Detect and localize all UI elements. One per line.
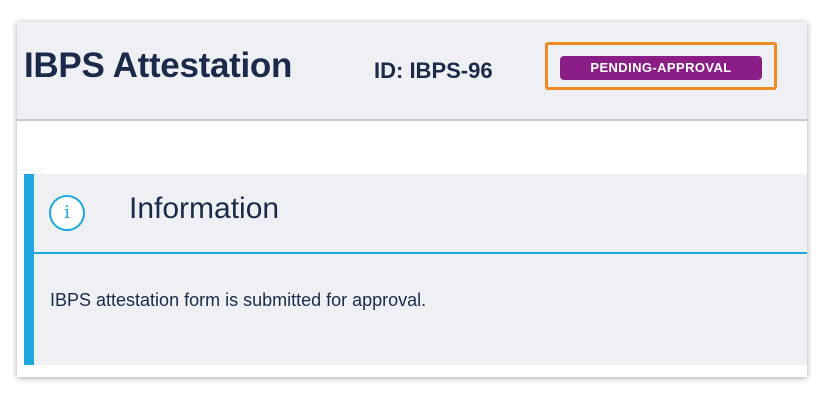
attestation-page: IBPS Attestation ID: IBPS-96 PENDING-APP… bbox=[17, 22, 807, 377]
status-badge: PENDING-APPROVAL bbox=[560, 56, 762, 80]
info-panel-header: i Information bbox=[34, 174, 807, 254]
page-title: IBPS Attestation bbox=[24, 46, 293, 85]
info-panel-title: Information bbox=[129, 192, 280, 225]
info-icon: i bbox=[49, 195, 85, 231]
information-panel: i Information IBPS attestation form is s… bbox=[24, 174, 807, 365]
page-header: IBPS Attestation ID: IBPS-96 PENDING-APP… bbox=[17, 22, 807, 121]
info-accent-bar bbox=[24, 174, 34, 365]
record-id: ID: IBPS-96 bbox=[374, 58, 493, 83]
info-message: IBPS attestation form is submitted for a… bbox=[50, 290, 427, 310]
